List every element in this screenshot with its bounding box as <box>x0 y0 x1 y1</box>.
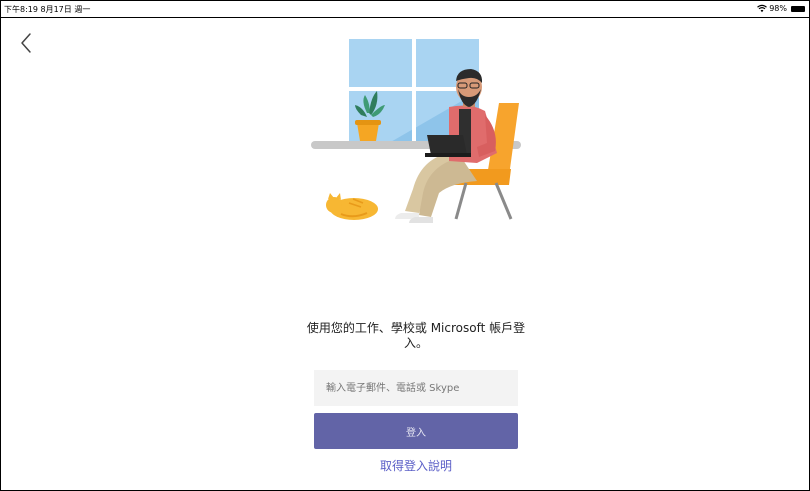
status-indicators: 98% <box>757 4 805 13</box>
signin-help-link[interactable]: 取得登入說明 <box>314 457 518 474</box>
status-time-date: 下午8:19 8月17日 週一 <box>4 5 91 14</box>
email-phone-skype-input[interactable] <box>314 370 518 406</box>
chevron-left-icon <box>21 33 31 53</box>
battery-percent: 98% <box>769 4 787 13</box>
signin-prompt: 使用您的工作、學校或 Microsoft 帳戶登入。 <box>306 321 526 350</box>
app-window: 下午8:19 8月17日 週一 98% 使用您的工作、學校或 Microsoft… <box>0 0 810 491</box>
person-with-laptop-illustration <box>311 39 521 223</box>
battery-icon <box>791 5 805 12</box>
back-button[interactable] <box>16 31 36 55</box>
status-bar: 下午8:19 8月17日 週一 98% <box>1 1 809 18</box>
cat-illustration <box>326 193 378 220</box>
signin-button[interactable]: 登入 <box>314 413 518 449</box>
wifi-icon <box>757 4 768 13</box>
